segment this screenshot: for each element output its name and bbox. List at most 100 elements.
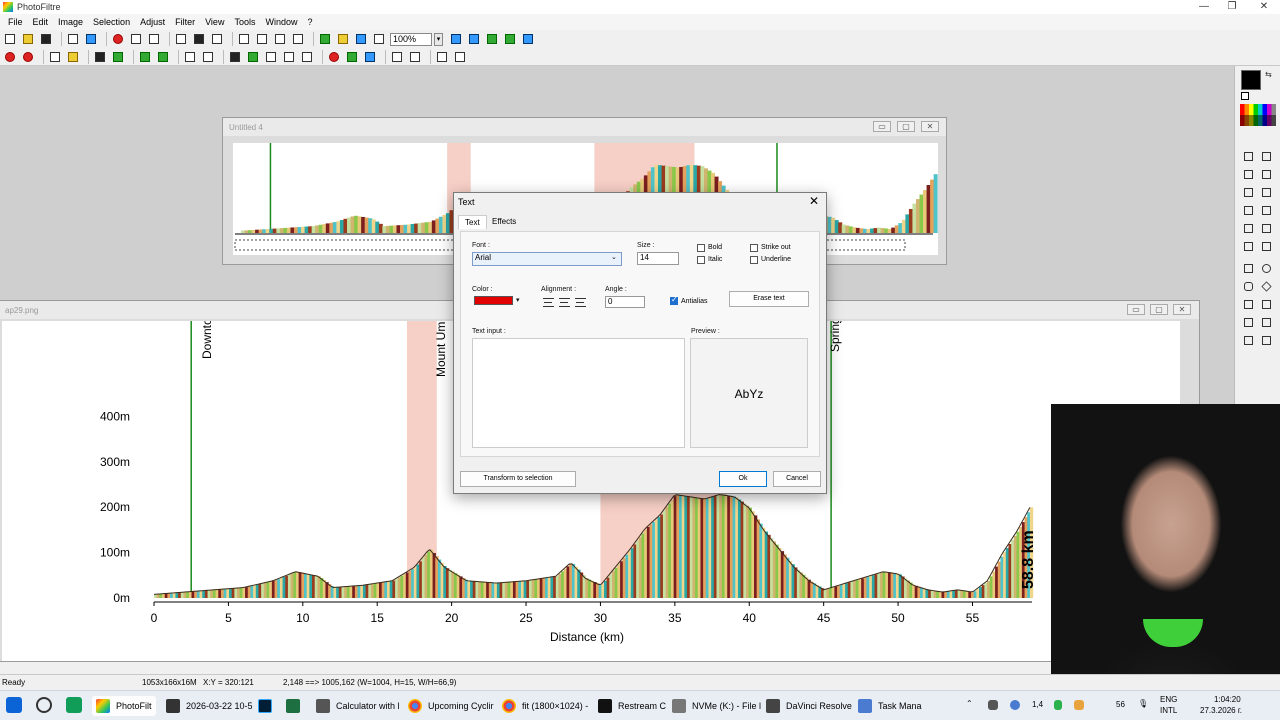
doc-close-button[interactable]: ✕: [921, 121, 939, 132]
blur-icon[interactable]: [264, 50, 278, 64]
flip-vertical-icon[interactable]: [408, 50, 422, 64]
rounded-rect-icon[interactable]: [1242, 280, 1255, 293]
menu-view[interactable]: View: [200, 17, 229, 27]
fill-bucket-icon[interactable]: [1242, 186, 1255, 199]
underline-checkbox[interactable]: [750, 256, 758, 264]
gamma-minus-icon[interactable]: [183, 50, 197, 64]
cut-icon[interactable]: [174, 32, 188, 46]
auto-contrast-icon[interactable]: [21, 50, 35, 64]
ellipse-icon[interactable]: [1260, 262, 1273, 275]
sharpen-icon[interactable]: [282, 50, 296, 64]
full-screen-icon[interactable]: [521, 32, 535, 46]
chevron-down-icon[interactable]: ⌄: [611, 253, 617, 261]
align-right-icon[interactable]: [575, 298, 586, 307]
align-left-icon[interactable]: [543, 298, 554, 307]
tray-language[interactable]: ENG: [1160, 695, 1177, 704]
new-file-icon[interactable]: [3, 32, 17, 46]
color-grid[interactable]: [1240, 104, 1276, 126]
menu-filter[interactable]: Filter: [170, 17, 200, 27]
magic-wand-icon[interactable]: [1242, 168, 1255, 181]
brightness-plus-icon[interactable]: [66, 50, 80, 64]
auto-level-icon[interactable]: [3, 50, 17, 64]
text-tool-icon[interactable]: [291, 32, 305, 46]
blur-drop-icon[interactable]: [1242, 222, 1255, 235]
browser-icon[interactable]: [354, 32, 368, 46]
tray-app-icon[interactable]: [988, 700, 998, 710]
menu-image[interactable]: Image: [53, 17, 88, 27]
actual-size-icon[interactable]: [503, 32, 517, 46]
align-center-icon[interactable]: [559, 298, 570, 307]
doc-close-button[interactable]: ✕: [1173, 304, 1191, 315]
save-icon[interactable]: [39, 32, 53, 46]
image-size-icon[interactable]: [255, 32, 269, 46]
contrast-plus-icon[interactable]: [111, 50, 125, 64]
advanced-brush-icon[interactable]: [1260, 204, 1273, 217]
start-icon[interactable]: [6, 697, 22, 713]
tab-text[interactable]: Text: [458, 215, 487, 229]
taskbar-app-taskmanager[interactable]: Task Mana: [854, 696, 926, 716]
paste-icon[interactable]: [210, 32, 224, 46]
open-folder-icon[interactable]: [21, 32, 35, 46]
diamond-icon[interactable]: [1260, 280, 1273, 293]
copy-icon[interactable]: [192, 32, 206, 46]
fill-selection-icon[interactable]: [1242, 334, 1255, 347]
strikeout-checkbox[interactable]: [750, 244, 758, 252]
layer-icon[interactable]: [318, 32, 332, 46]
zoom-field[interactable]: 100%: [390, 32, 432, 46]
antialias-checkbox[interactable]: [670, 295, 678, 305]
rectangle-icon[interactable]: [1242, 262, 1255, 275]
taskbar-app-calculator[interactable]: Calculator with l: [312, 696, 404, 716]
text-cursor-icon[interactable]: [1260, 334, 1273, 347]
taskbar-app-photofiltre[interactable]: PhotoFilt: [92, 696, 156, 716]
line-tool-icon[interactable]: [1260, 168, 1273, 181]
saturation-minus-icon[interactable]: [138, 50, 152, 64]
rotate-left-icon[interactable]: [435, 50, 449, 64]
maximize-button[interactable]: ❐: [1220, 0, 1244, 14]
contrast-minus-icon[interactable]: [93, 50, 107, 64]
taskbar-app-restream[interactable]: Restream C: [594, 696, 670, 716]
tray-time[interactable]: 1:04:20: [1214, 695, 1241, 704]
menu-help[interactable]: ?: [302, 17, 317, 27]
text-input-area[interactable]: [472, 338, 685, 448]
tray-chevron-icon[interactable]: ⌃: [966, 699, 973, 708]
brush-icon[interactable]: [1242, 204, 1255, 217]
bold-checkbox[interactable]: [697, 244, 705, 252]
gamma-plus-icon[interactable]: [201, 50, 215, 64]
menu-edit[interactable]: Edit: [28, 17, 54, 27]
tray-gpu-icon[interactable]: [1054, 700, 1062, 710]
plugin-icon[interactable]: [336, 32, 350, 46]
options-icon[interactable]: [372, 32, 386, 46]
hue-icon[interactable]: [345, 50, 359, 64]
tray-temp-icon[interactable]: [1074, 700, 1084, 710]
selection-tool-icon[interactable]: [1242, 150, 1255, 163]
taskbar-app-excel[interactable]: [282, 696, 310, 716]
spray-icon[interactable]: [1260, 186, 1273, 199]
zoom-out-icon[interactable]: [467, 32, 481, 46]
zoom-in-icon[interactable]: [449, 32, 463, 46]
ok-button[interactable]: Ok: [719, 471, 767, 487]
grayscale-icon[interactable]: [228, 50, 242, 64]
font-select[interactable]: Arial: [472, 252, 622, 266]
folder-open-icon[interactable]: [1260, 298, 1273, 311]
stamp-icon[interactable]: [1242, 240, 1255, 253]
foreground-color-swatch[interactable]: [1241, 70, 1261, 90]
taskbar-app-recording[interactable]: 2026-03-22 10-5: [162, 696, 257, 716]
crop-icon[interactable]: [147, 32, 161, 46]
tray-date[interactable]: 27.3.2026 г.: [1200, 706, 1242, 715]
brightness-minus-icon[interactable]: [48, 50, 62, 64]
saturation-plus-icon[interactable]: [156, 50, 170, 64]
tray-mic-icon[interactable]: 🎙: [1138, 699, 1148, 708]
taskbar-app-photoshop[interactable]: [254, 696, 282, 716]
canvas-size-icon[interactable]: [273, 32, 287, 46]
triangle-icon[interactable]: [1242, 298, 1255, 311]
cancel-button[interactable]: Cancel: [773, 471, 821, 487]
taskbar-app-chrome-cycling[interactable]: Upcoming Cyclir: [404, 696, 498, 716]
lasso-icon[interactable]: [1242, 316, 1255, 329]
tab-effects[interactable]: Effects: [486, 215, 522, 228]
duplicate-icon[interactable]: [237, 32, 251, 46]
erase-text-button[interactable]: Erase text: [729, 291, 809, 307]
cs-app-icon[interactable]: [66, 697, 82, 713]
tray-layout[interactable]: INTL: [1160, 706, 1177, 715]
doc-maximize-button[interactable]: ▢: [1150, 304, 1168, 315]
print-icon[interactable]: [66, 32, 80, 46]
